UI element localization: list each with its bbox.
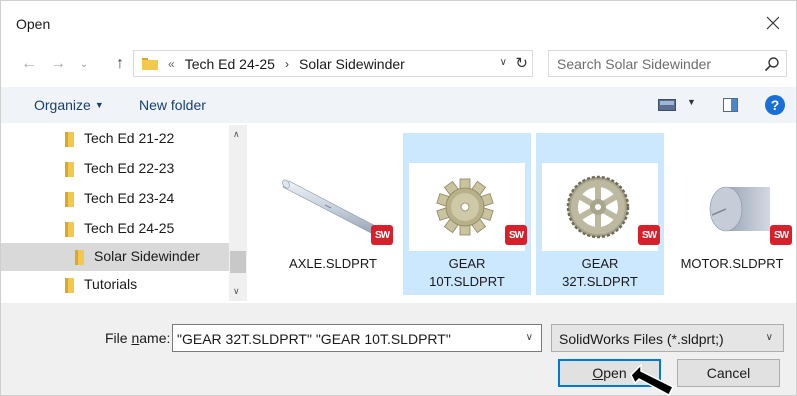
file-name-label: File name:	[105, 330, 170, 346]
preview-pane-icon[interactable]	[723, 98, 738, 112]
breadcrumb-overflow[interactable]: «	[168, 57, 175, 71]
new-folder-button[interactable]: New folder	[139, 97, 206, 113]
sidebar-item-label: Solar Sidewinder	[94, 248, 200, 264]
search-icon[interactable]	[764, 56, 780, 72]
scroll-down-icon[interactable]: ∨	[233, 286, 240, 297]
address-row: ← → ⌄ ↑ « Tech Ed 24-25 › Solar Sidewind…	[1, 45, 796, 83]
file-name-combobox: ∨	[172, 324, 542, 352]
sidebar-item-solar-sidewinder[interactable]: Solar Sidewinder	[1, 243, 229, 271]
file-item-gear-32t[interactable]: SW GEAR 32T.SLDPRT	[536, 133, 664, 295]
sidebar-item-label: Tutorials	[84, 276, 138, 292]
breadcrumb-tech-ed-24-25[interactable]: Tech Ed 24-25	[185, 56, 275, 72]
file-item-gear-10t[interactable]: SW GEAR 10T.SLDPRT	[403, 133, 531, 295]
file-name-line-2: 10T.SLDPRT	[429, 274, 505, 289]
file-name: MOTOR.SLDPRT	[668, 255, 796, 273]
back-button[interactable]: ←	[18, 53, 40, 75]
folder-icon	[75, 250, 84, 265]
file-item-motor[interactable]: SW MOTOR.SLDPRT	[668, 133, 796, 295]
cancel-button[interactable]: Cancel	[677, 359, 780, 387]
solidworks-badge-icon: SW	[638, 225, 660, 245]
change-view-icon[interactable]	[658, 99, 676, 111]
file-name-line-1: GEAR	[448, 256, 486, 271]
chevron-down-icon: ∨	[765, 332, 773, 343]
solidworks-badge-icon: SW	[770, 225, 792, 245]
file-type-select[interactable]: SolidWorks Files (*.sldprt;) ∨	[551, 324, 784, 352]
command-bar: Organize ▼ New folder ▼ ?	[1, 87, 796, 123]
recent-locations-button[interactable]: ⌄	[73, 53, 95, 75]
file-name: GEAR 32T.SLDPRT	[536, 255, 664, 291]
search-input[interactable]	[557, 54, 757, 73]
help-icon[interactable]: ?	[765, 95, 785, 115]
navigation-scrollbar[interactable]: ∧ ∨	[229, 125, 247, 301]
folder-icon	[65, 162, 74, 177]
navigation-pane: Tech Ed 21-22 Tech Ed 22-23 Tech Ed 23-2…	[1, 125, 249, 301]
arrow-up-icon: ↑	[116, 55, 124, 72]
window-title: Open	[16, 16, 51, 32]
chevron-down-icon: ⌄	[79, 58, 89, 70]
chevron-down-icon[interactable]: ∨	[526, 332, 533, 343]
folder-icon	[65, 222, 74, 237]
sidebar-item-tech-ed-24-25[interactable]: Tech Ed 24-25	[1, 215, 229, 243]
view-options-caret-icon[interactable]: ▼	[687, 97, 696, 107]
label-part: ame:	[139, 330, 171, 346]
open-label: pen	[603, 365, 627, 381]
breadcrumb-solar-sidewinder[interactable]: Solar Sidewinder	[299, 56, 405, 72]
file-type-value: SolidWorks Files (*.sldprt;)	[559, 331, 724, 347]
bottom-panel: File name: ∨ SolidWorks Files (*.sldprt;…	[1, 303, 796, 395]
sidebar-item-label: Tech Ed 21-22	[84, 130, 175, 146]
sidebar-item-label: Tech Ed 23-24	[84, 190, 175, 206]
file-name-input[interactable]	[177, 329, 507, 348]
address-bar[interactable]: « Tech Ed 24-25 › Solar Sidewinder ∨ ↻	[133, 50, 533, 77]
close-button[interactable]	[750, 1, 796, 45]
file-name: AXLE.SLDPRT	[269, 255, 397, 273]
folder-icon	[142, 58, 158, 70]
file-name-line-2: 32T.SLDPRT	[562, 274, 638, 289]
breadcrumb-separator[interactable]: ›	[285, 57, 289, 71]
up-button[interactable]: ↑	[109, 53, 131, 75]
file-name-text: AXLE.SLDPRT	[289, 256, 377, 271]
open-dialog: Open ← → ⌄ ↑ « Tech Ed 24-25 › Solar Sid…	[0, 0, 797, 396]
file-item-axle[interactable]: SW AXLE.SLDPRT	[269, 133, 397, 295]
solidworks-badge-icon: SW	[505, 225, 527, 245]
file-name: GEAR 10T.SLDPRT	[403, 255, 531, 291]
title-bar: Open	[1, 1, 796, 45]
label-part: File	[105, 330, 132, 346]
folder-icon	[65, 132, 74, 147]
address-dropdown-icon[interactable]: ∨	[500, 57, 507, 68]
file-name-text: MOTOR.SLDPRT	[680, 256, 784, 271]
sidebar-item-tech-ed-22-23[interactable]: Tech Ed 22-23	[1, 155, 229, 183]
scrollbar-thumb[interactable]	[230, 251, 246, 273]
sidebar-item-label: Tech Ed 22-23	[84, 160, 175, 176]
sidebar-item-tech-ed-23-24[interactable]: Tech Ed 23-24	[1, 185, 229, 213]
sidebar-item-label: Tech Ed 24-25	[84, 220, 175, 236]
solidworks-badge-icon: SW	[371, 225, 393, 245]
organize-button[interactable]: Organize ▼	[34, 97, 104, 113]
forward-button[interactable]: →	[47, 53, 69, 75]
refresh-icon[interactable]: ↻	[515, 54, 528, 72]
search-box	[548, 50, 787, 77]
arrow-right-icon: →	[50, 55, 66, 72]
sidebar-item-tech-ed-21-22[interactable]: Tech Ed 21-22	[1, 125, 229, 153]
mouse-pointer-icon	[630, 363, 675, 396]
folder-icon	[65, 278, 74, 293]
caret-down-icon: ▼	[94, 100, 104, 110]
scroll-up-icon[interactable]: ∧	[233, 129, 240, 140]
folder-icon	[65, 192, 74, 207]
file-name-line-1: GEAR	[581, 256, 619, 271]
file-list: SW AXLE.SLDPRT SW GEAR 10T.SLDPRT SW GEA…	[263, 125, 796, 301]
sidebar-item-tutorials[interactable]: Tutorials	[1, 271, 229, 299]
open-accelerator: O	[592, 365, 604, 381]
close-icon	[766, 16, 780, 30]
organize-label: Organize	[34, 97, 91, 113]
arrow-left-icon: ←	[21, 55, 37, 72]
